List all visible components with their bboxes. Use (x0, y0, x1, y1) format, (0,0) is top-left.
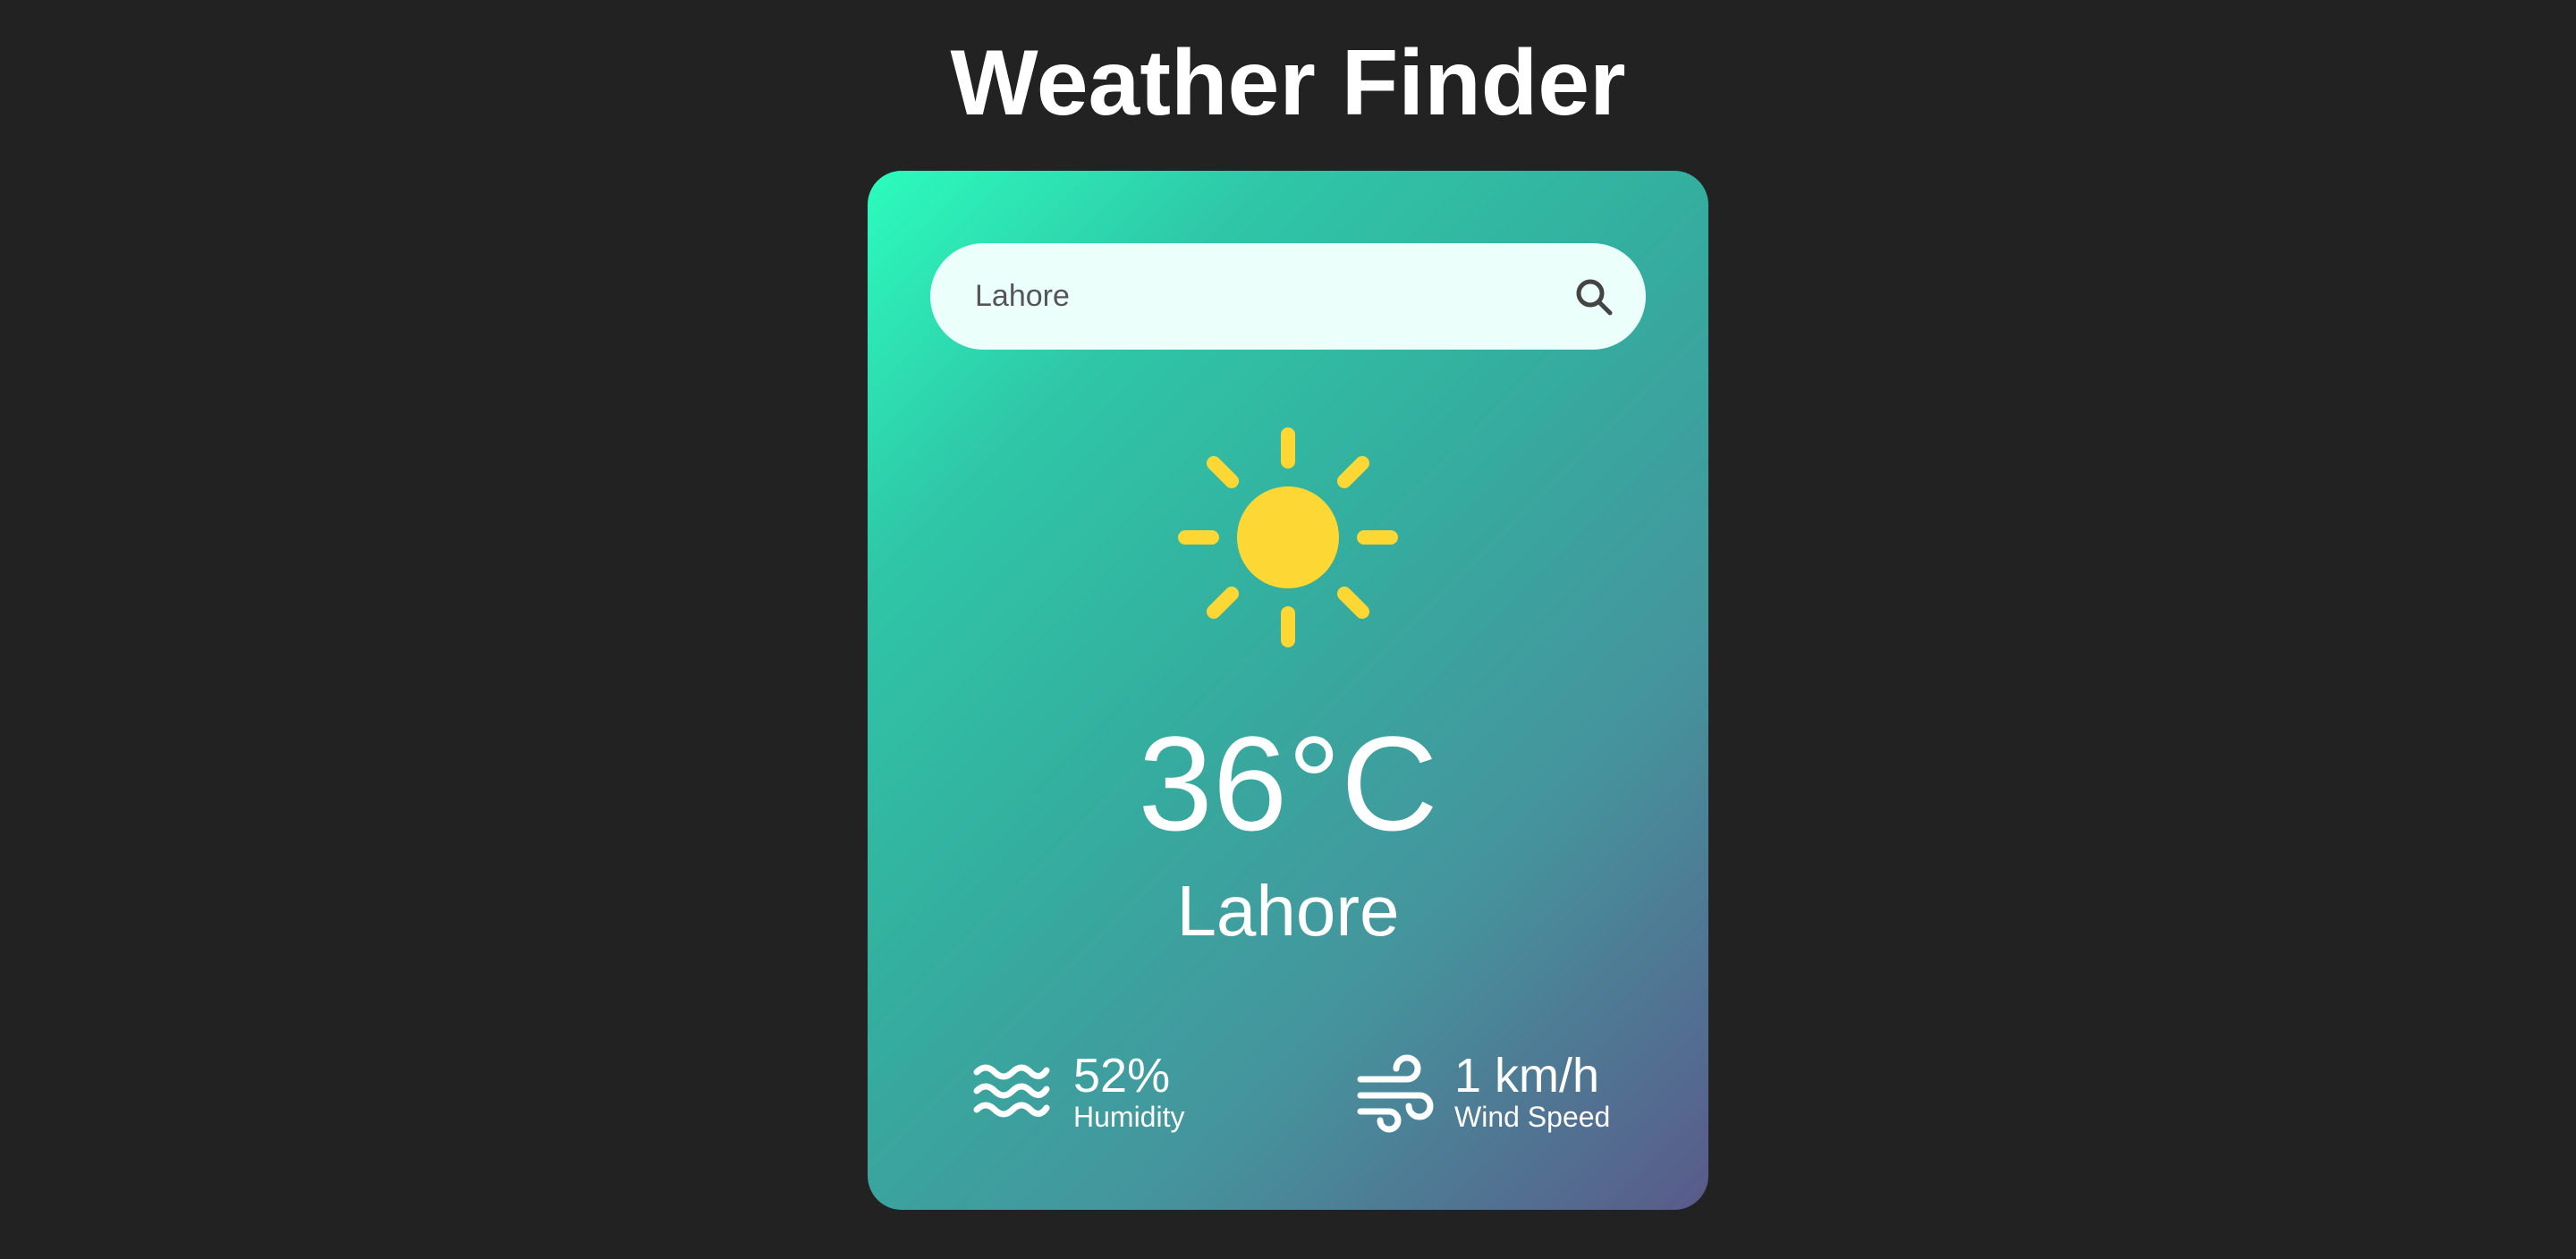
wind-detail: 1 km/h Wind Speed (1355, 1047, 1677, 1145)
wind-label: Wind Speed (1454, 1101, 1611, 1133)
sun-icon (1178, 427, 1398, 647)
wind-icon (1357, 1054, 1434, 1133)
search-button[interactable] (1567, 270, 1621, 324)
humidity-icon (973, 1064, 1050, 1118)
city-name: Lahore (1176, 871, 1400, 951)
search-bar (930, 243, 1646, 350)
temperature: 36°C (1138, 708, 1438, 858)
wind-value: 1 km/h (1454, 1049, 1600, 1103)
humidity-label: Humidity (1073, 1101, 1185, 1133)
search-icon (1576, 279, 1613, 316)
weather-card: 36°C Lahore 52% Humidity 1 km/h Wind Spe… (868, 171, 1708, 1210)
page-title: Weather Finder (950, 31, 1626, 135)
search-input[interactable] (975, 243, 1547, 350)
humidity-detail: 52% Humidity (973, 1047, 1259, 1145)
humidity-value: 52% (1073, 1049, 1171, 1103)
